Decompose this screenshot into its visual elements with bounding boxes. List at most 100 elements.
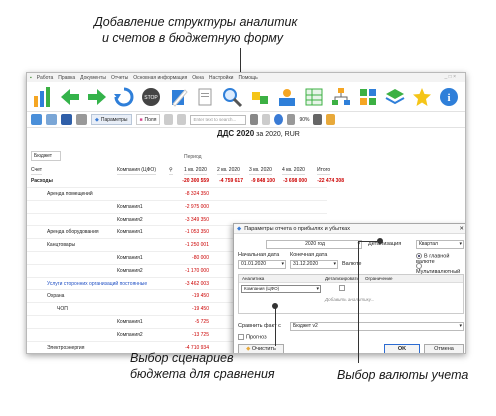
row-value-q1: -1 250 001: [185, 242, 209, 249]
dialog-titlebar: ◆ Параметры отчета о прибылях и убытках …: [234, 224, 465, 234]
col-detail: Детализировать: [325, 276, 359, 281]
year-select[interactable]: 2020 год▾: [266, 240, 362, 249]
print-icon[interactable]: [76, 114, 87, 125]
row-value-q1: -5 725: [194, 319, 209, 325]
menu-item-help[interactable]: Помощь: [238, 75, 257, 81]
col-q3: 3 кв. 2020: [249, 167, 272, 175]
menu-item-windows[interactable]: Окна: [192, 75, 204, 81]
menu-item-work[interactable]: Работа: [37, 75, 54, 81]
spreadsheet-icon[interactable]: [302, 85, 325, 109]
puzzle-icon[interactable]: [248, 85, 271, 109]
row-value-q1: -1 053 350: [185, 229, 209, 236]
users-icon[interactable]: [275, 85, 298, 109]
start-date-label: Начальная дата: [238, 252, 280, 258]
chevron-down-icon: ▾: [459, 241, 462, 247]
zoom-level[interactable]: 90%: [299, 117, 309, 123]
row-account: Аренда оборудования: [47, 229, 99, 236]
col-limit: Ограничение: [365, 276, 393, 281]
org-chart-icon[interactable]: [329, 85, 352, 109]
start-date-input[interactable]: 01.01.2020 ▾: [238, 260, 286, 269]
bar-chart-icon[interactable]: [31, 85, 54, 109]
row-account: Охрана: [47, 293, 65, 300]
info-icon[interactable]: i: [438, 85, 461, 109]
table-row[interactable]: Компания1 -2 975 000: [27, 201, 327, 214]
calendar-icon: ▾: [281, 261, 284, 267]
settings-icon[interactable]: [287, 114, 296, 125]
chevron-down-icon: ▾: [459, 323, 462, 329]
ok-button[interactable]: OK: [384, 344, 420, 353]
refresh-icon[interactable]: [112, 85, 135, 109]
row-value-q1: -19 450: [192, 306, 209, 313]
add-analytics-link[interactable]: Добавить аналитику...: [325, 297, 374, 302]
col-q2: 2 кв. 2020: [217, 167, 240, 175]
col-q4: 4 кв. 2020: [282, 167, 305, 175]
report-title: ДДС 2020 за 2020, RUR: [217, 129, 300, 138]
row-company: Компания2: [117, 267, 143, 274]
col-q1: 1 кв. 2020: [184, 167, 207, 175]
globe-icon[interactable]: [31, 114, 42, 125]
params-button[interactable]: ◆ Параметры: [91, 114, 132, 125]
end-date-label: Конечная дата: [290, 252, 328, 258]
menu-item-edit[interactable]: Правка: [58, 75, 75, 81]
end-date-input[interactable]: 31.12.2020 ▾: [290, 260, 338, 269]
save-icon[interactable]: [61, 114, 72, 125]
caption-top: Добавление структуры аналитик и счетов в…: [94, 15, 298, 45]
radio-dot-icon: [416, 253, 422, 259]
close-icon[interactable]: ✕: [459, 226, 464, 232]
svg-text:i: i: [448, 92, 451, 104]
cancel-button[interactable]: Отмена: [424, 344, 464, 353]
row-account: Электроэнергия: [47, 344, 85, 351]
row-value-q1: -80 000: [192, 255, 209, 261]
app-window: ▪ Работа Правка Документы Отчеты Основна…: [26, 72, 466, 354]
checkbox-icon: [238, 334, 244, 340]
compare-budget-select[interactable]: Бюджет v2 ▾: [290, 322, 464, 331]
star-icon[interactable]: [411, 85, 434, 109]
menu-item-documents[interactable]: Документы: [80, 75, 106, 81]
row-account: ЧОП: [57, 306, 68, 313]
analytics-row-company[interactable]: Компания (ЦФО) ▾: [241, 285, 321, 293]
callout-dot-currency: [377, 238, 383, 244]
arrow-left-icon[interactable]: [58, 85, 81, 109]
dropdown-icon[interactable]: [164, 114, 174, 125]
row-value-q1: -19 450: [192, 293, 209, 300]
report-params-dialog: ◆ Параметры отчета о прибылях и убытках …: [233, 223, 465, 353]
arrow-right-icon[interactable]: [85, 85, 108, 109]
callout-dot-compare: [272, 303, 278, 309]
search-input[interactable]: Enter text to search...: [190, 114, 247, 125]
filter-icon[interactable]: [262, 114, 271, 125]
window-controls[interactable]: _ □ ×: [445, 74, 457, 80]
grid-icon[interactable]: [357, 85, 380, 109]
forecast-checkbox[interactable]: Прогноз: [238, 334, 267, 340]
table-row[interactable]: Расходы -20 300 559 -4 759 617 -9 848 10…: [27, 175, 344, 188]
open-icon[interactable]: [46, 114, 57, 125]
export-icon[interactable]: [177, 114, 187, 125]
row-company: Компания2: [117, 331, 143, 338]
detail-select[interactable]: Квартал ▾: [416, 240, 464, 249]
menu-item-reports[interactable]: Отчеты: [111, 75, 128, 81]
stop-icon[interactable]: STOP: [140, 85, 163, 109]
detail-checkbox[interactable]: [339, 285, 347, 291]
table-row[interactable]: Аренда помещений -8 324 350: [27, 188, 327, 201]
col-filter-icon[interactable]: ⚲: [169, 165, 173, 175]
fields-button[interactable]: ■ Поля: [135, 114, 161, 125]
row-value-q1: -3 349 350: [185, 216, 209, 223]
layers-icon[interactable]: [384, 85, 407, 109]
zoom-fit-icon[interactable]: [313, 114, 323, 125]
pie-chart-icon[interactable]: [274, 114, 284, 125]
menu-item-settings[interactable]: Настройки: [209, 75, 234, 81]
edit-document-icon[interactable]: [167, 85, 190, 109]
export-excel-icon[interactable]: [326, 114, 336, 125]
row-company: Компания1: [117, 255, 143, 261]
col-account: Счет: [31, 167, 43, 175]
col-total: Итого: [317, 167, 331, 175]
row-value-q1: -1 170 000: [185, 267, 209, 274]
dialog-icon: ◆: [237, 225, 242, 232]
row-account: Аренда помещений: [47, 191, 93, 197]
row-value-q1: -2 975 000: [185, 203, 209, 210]
budget-field[interactable]: Бюджет: [31, 151, 61, 161]
search-icon[interactable]: [221, 85, 244, 109]
find-icon[interactable]: [250, 114, 259, 125]
menu-item-main-info[interactable]: Основная информация: [133, 75, 187, 81]
document-icon[interactable]: [194, 85, 217, 109]
calendar-icon: ▾: [333, 261, 336, 267]
